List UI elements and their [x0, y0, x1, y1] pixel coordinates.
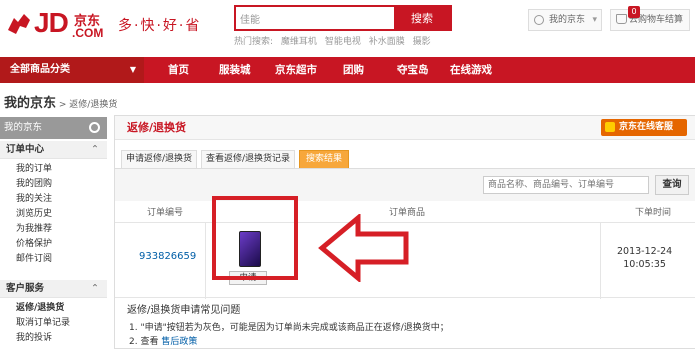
cart-count-badge: 0	[628, 6, 640, 18]
sidebar-item-complaints[interactable]: 我的投诉	[16, 332, 52, 345]
nav-item-home[interactable]: 首页	[168, 57, 189, 83]
sidebar: 我的京东 订单中心 ⌃ 我的订单 我的团购 我的关注 浏览历史 为我推荐 价格保…	[0, 117, 107, 349]
highlight-box	[212, 196, 298, 280]
slogan: 多·快·好·省	[118, 18, 202, 34]
order-datetime: 2013-12-24 10:05:35	[617, 245, 672, 271]
breadcrumb-current: 返修/退换货	[69, 100, 118, 110]
chevron-down-icon: ▼	[129, 65, 136, 74]
my-jd-label: 我的京东	[549, 15, 586, 25]
jd-logo[interactable]: JD 京东 .COM	[4, 6, 114, 42]
col-order-time: 下单时间	[635, 208, 672, 218]
order-time: 10:05:35	[623, 259, 666, 270]
tab-apply[interactable]: 申请返修/退换货	[121, 150, 197, 169]
nav-item-games[interactable]: 在线游戏	[450, 57, 492, 83]
sidebar-item-recommend[interactable]: 为我推荐	[16, 223, 52, 236]
sidebar-section-service[interactable]: 客户服务 ⌃	[0, 280, 107, 298]
my-jd-dropdown[interactable]: 我的京东 ▾	[528, 9, 602, 31]
after-sales-policy-link[interactable]: 售后政策	[161, 337, 197, 347]
service-icon	[605, 122, 615, 132]
panel-title-text: 返修/退换货	[127, 121, 187, 134]
nav-item-treasure[interactable]: 夺宝岛	[397, 57, 429, 83]
hot-word[interactable]: 智能电视	[325, 37, 361, 47]
breadcrumb: 我的京东 > 返修/退换货	[4, 92, 117, 111]
chevron-up-icon[interactable]: ⌃	[91, 141, 99, 159]
col-order-no: 订单编号	[147, 208, 184, 218]
sidebar-item-history[interactable]: 浏览历史	[16, 208, 52, 221]
section-label: 客户服务	[6, 283, 45, 294]
jd-dog-icon	[8, 14, 30, 34]
hot-label: 热门搜索:	[234, 37, 274, 47]
faq-item: 1. "申请"按钮若为灰色，可能是因为订单尚未完成或该商品正在返修/退换货中；	[129, 320, 449, 333]
search-input[interactable]	[236, 7, 394, 29]
left-arrow-annotation	[318, 214, 409, 282]
sidebar-item-returns[interactable]: 返修/退换货	[16, 302, 64, 315]
breadcrumb-sep: >	[56, 100, 70, 110]
tab-search-results[interactable]: 搜索结果	[299, 150, 349, 169]
sidebar-title: 我的京东	[4, 122, 43, 133]
sidebar-header: 我的京东	[0, 117, 107, 139]
faq-item: 2. 查看 售后政策	[129, 334, 197, 347]
hot-word[interactable]: 魔维耳机	[281, 37, 317, 47]
tab-records[interactable]: 查看返修/退换货记录	[201, 150, 295, 169]
filter-bar: 查询	[115, 169, 695, 201]
all-categories-label: 全部商品分类	[10, 64, 70, 75]
chevron-down-icon: ▾	[592, 15, 597, 25]
all-categories-menu[interactable]: 全部商品分类 ▼	[0, 57, 144, 83]
hot-word[interactable]: 补水面膜	[369, 37, 405, 47]
nav-item-clothing[interactable]: 服装城	[219, 57, 251, 83]
chevron-up-icon[interactable]: ⌃	[91, 280, 99, 298]
search-box: 搜索	[234, 5, 452, 31]
faq-title: 返修/退换货申请常见问题	[127, 305, 241, 316]
sidebar-item-my-orders[interactable]: 我的订单	[16, 163, 52, 176]
order-date: 2013-12-24	[617, 246, 673, 257]
cart-button[interactable]: 0 去购物车结算	[610, 6, 690, 31]
sidebar-item-price-protect[interactable]: 价格保护	[16, 238, 52, 251]
faq-text: 1. "申请"按钮若为灰色，可能是因为订单尚未完成或该商品正在返修/退换货中；	[129, 323, 449, 333]
main-nav: 全部商品分类 ▼ 首页 服装城 京东超市 团购 夺宝岛 在线游戏	[0, 57, 695, 83]
sidebar-item-my-group-buy[interactable]: 我的团购	[16, 178, 52, 191]
order-number-link[interactable]: 933826659	[139, 251, 196, 262]
order-search-input[interactable]	[483, 176, 649, 194]
online-service-button[interactable]: 京东在线客服	[601, 119, 687, 136]
section-label: 订单中心	[6, 144, 45, 155]
faq-text: 2. 查看	[129, 337, 162, 347]
row-divider	[600, 223, 601, 299]
user-icon	[534, 15, 544, 25]
hot-word[interactable]: 摄影	[413, 37, 431, 47]
service-label: 京东在线客服	[619, 122, 674, 132]
query-button[interactable]: 查询	[655, 175, 689, 195]
nav-item-supermarket[interactable]: 京东超市	[275, 57, 317, 83]
sidebar-section-orders[interactable]: 订单中心 ⌃	[0, 141, 107, 159]
panel-title: 返修/退换货 京东在线客服	[115, 116, 695, 140]
logo-com-text: .COM	[72, 26, 104, 40]
nav-item-group-buy[interactable]: 团购	[343, 57, 364, 83]
sidebar-item-my-follows[interactable]: 我的关注	[16, 193, 52, 206]
site-header: JD 京东 .COM 多·快·好·省 搜索 热门搜索: 魔维耳机 智能电视 补水…	[0, 0, 695, 58]
gear-icon[interactable]	[89, 122, 100, 133]
row-divider	[205, 223, 206, 299]
sidebar-item-cancel-records[interactable]: 取消订单记录	[16, 317, 70, 330]
logo-jd-text: JD	[34, 7, 69, 38]
hot-searches: 热门搜索: 魔维耳机 智能电视 补水面膜 摄影	[234, 34, 436, 47]
search-button[interactable]: 搜索	[394, 7, 450, 29]
breadcrumb-root[interactable]: 我的京东	[4, 96, 56, 111]
cart-icon	[616, 14, 627, 24]
sidebar-item-email-sub[interactable]: 邮件订阅	[16, 253, 52, 266]
